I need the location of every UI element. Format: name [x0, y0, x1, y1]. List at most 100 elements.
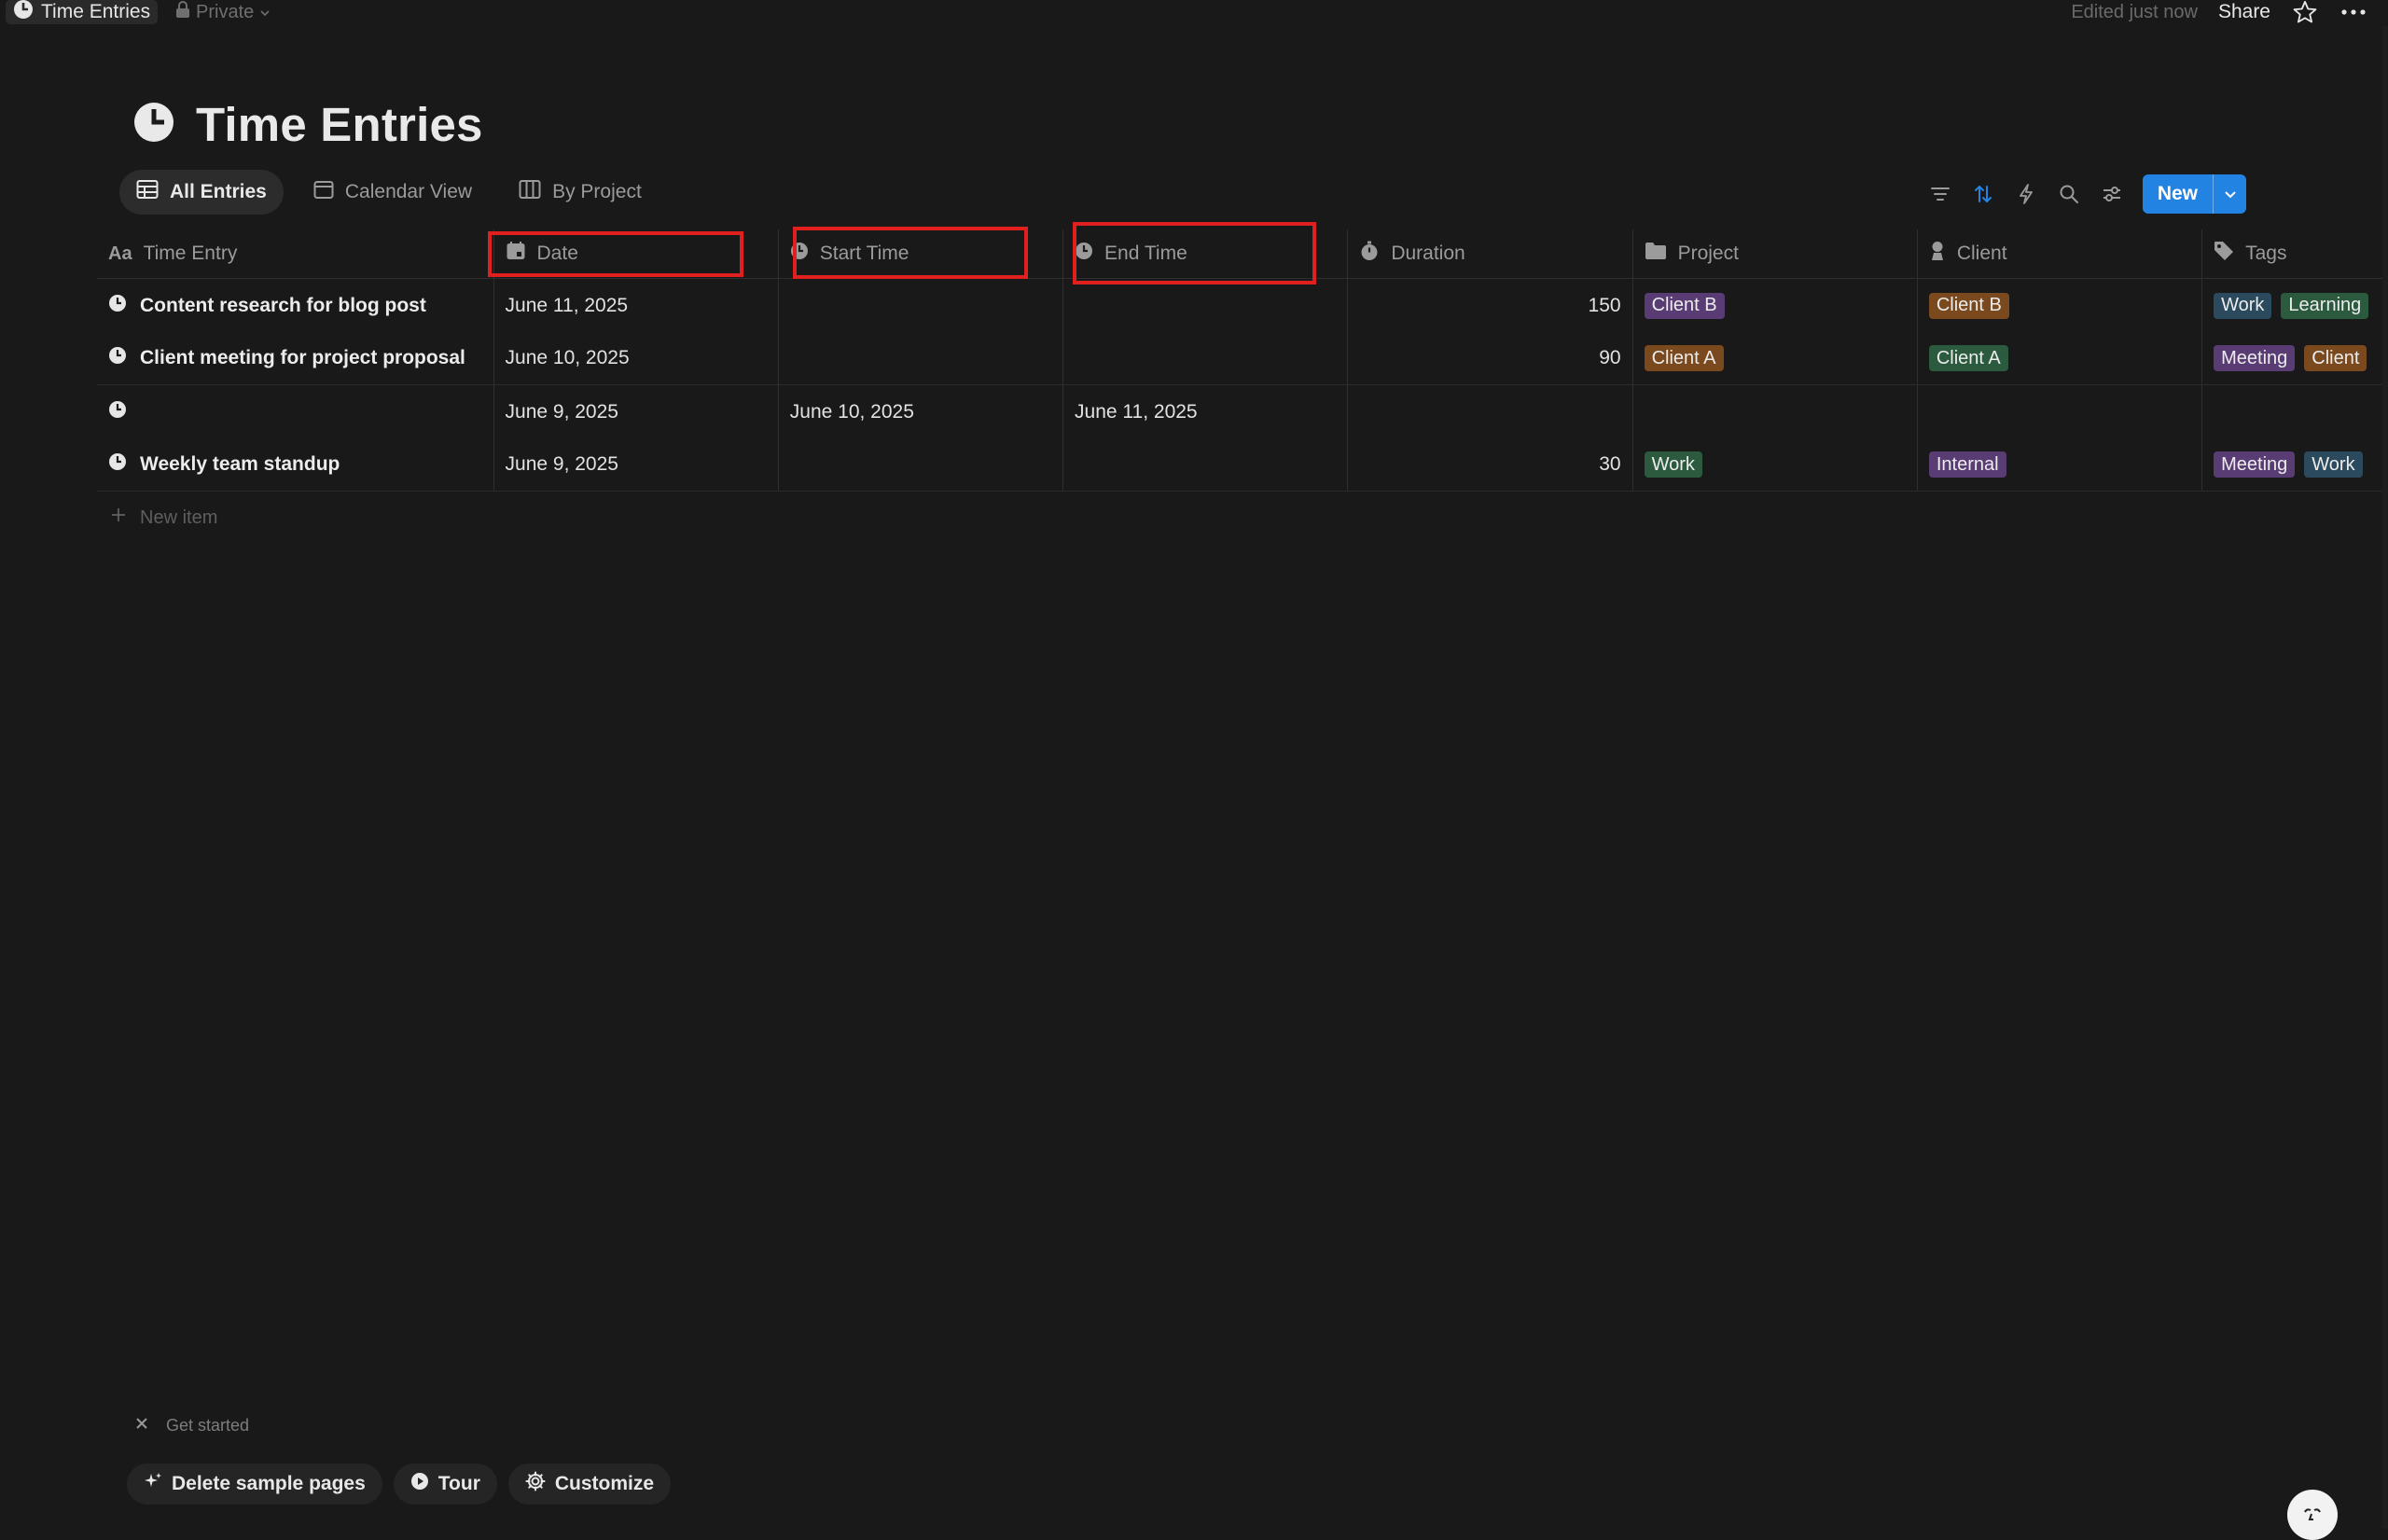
cell-end-time[interactable]	[1063, 279, 1349, 332]
person-icon	[1929, 241, 1946, 267]
cell-start-time[interactable]	[779, 332, 1064, 384]
search-icon[interactable]	[2057, 182, 2081, 206]
column-header-time-entry[interactable]: Aa Time Entry	[97, 229, 494, 278]
cell-client[interactable]: Client A	[1918, 332, 2203, 384]
cell-tags[interactable]	[2202, 385, 2388, 438]
tag-chip: Work	[2304, 451, 2363, 478]
chevron-down-icon	[259, 2, 271, 23]
new-item-label: New item	[140, 506, 218, 528]
gear-icon	[525, 1471, 546, 1497]
privacy-label: Private	[196, 1, 255, 22]
new-button-label[interactable]: New	[2143, 174, 2213, 214]
tab-calendar-view[interactable]: Calendar View	[297, 170, 489, 215]
star-icon[interactable]	[2291, 0, 2319, 24]
close-icon[interactable]	[134, 1416, 149, 1436]
cell-end-time[interactable]	[1063, 438, 1349, 491]
delete-sample-pages-button[interactable]: Delete sample pages	[127, 1464, 382, 1505]
table-row[interactable]: June 9, 2025 June 10, 2025 June 11, 2025	[97, 385, 2388, 438]
new-button[interactable]: New	[2142, 174, 2246, 214]
table-row[interactable]: Content research for blog post June 11, …	[97, 279, 2388, 332]
tag-icon	[2214, 241, 2234, 267]
cell-client[interactable]: Internal	[1918, 438, 2203, 491]
tag-chip: Client	[2304, 345, 2367, 371]
cell-project[interactable]: Work	[1633, 438, 1918, 491]
customize-button[interactable]: Customize	[507, 1464, 672, 1505]
tab-label: Calendar View	[344, 181, 473, 202]
column-label: Project	[1677, 243, 1739, 264]
cell-client[interactable]: Client B	[1918, 279, 2203, 332]
cell-project[interactable]: Client B	[1633, 279, 1918, 332]
settings-sliders-icon[interactable]	[2100, 182, 2124, 206]
tour-label: Tour	[437, 1473, 480, 1494]
tag-chip: Work	[2214, 292, 2272, 319]
cell-client[interactable]	[1918, 385, 2203, 438]
more-options-icon[interactable]	[2339, 0, 2367, 24]
text-aa-icon: Aa	[108, 243, 132, 264]
column-header-date[interactable]: Date	[494, 229, 779, 278]
edited-status: Edited just now	[2071, 1, 2198, 22]
tour-button[interactable]: Tour	[393, 1464, 497, 1505]
database-toolbar: New	[1928, 174, 2246, 214]
cell-tags[interactable]: Meeting Work	[2202, 438, 2388, 491]
cell-date[interactable]: June 10, 2025	[494, 332, 779, 384]
privacy-dropdown[interactable]: Private	[175, 0, 271, 24]
cell-tags[interactable]: Meeting Client	[2202, 332, 2388, 384]
cell-date[interactable]: June 11, 2025	[494, 279, 779, 332]
breadcrumb-page[interactable]: Time Entries	[6, 0, 159, 24]
share-button[interactable]: Share	[2218, 1, 2270, 23]
column-label: Date	[536, 243, 578, 264]
help-face-icon	[2298, 1499, 2326, 1532]
filter-icon[interactable]	[1928, 182, 1952, 206]
tab-by-project[interactable]: By Project	[502, 170, 659, 215]
cell-start-time[interactable]	[779, 438, 1064, 491]
column-label: Start Time	[819, 243, 909, 264]
cell-duration[interactable]: 90	[1348, 332, 1633, 384]
client-tag: Client A	[1928, 345, 2008, 371]
sparkle-icon	[144, 1472, 162, 1496]
column-header-duration[interactable]: Duration	[1348, 229, 1633, 278]
row-title: Content research for blog post	[140, 294, 426, 316]
client-tag: Internal	[1928, 451, 2006, 478]
board-icon	[519, 179, 541, 205]
cell-tags[interactable]: Work Learning	[2202, 279, 2388, 332]
project-tag: Client A	[1644, 345, 1724, 371]
clock-icon	[790, 242, 809, 266]
clock-icon	[132, 101, 175, 148]
cell-start-time[interactable]	[779, 279, 1064, 332]
tab-all-entries[interactable]: All Entries	[119, 170, 284, 215]
column-label: Time Entry	[143, 243, 238, 264]
cell-project[interactable]	[1633, 385, 1918, 438]
cell-duration[interactable]: 30	[1348, 438, 1633, 491]
column-header-project[interactable]: Project	[1633, 229, 1918, 278]
cell-start-time[interactable]: June 10, 2025	[779, 385, 1064, 438]
sort-icon[interactable]	[1971, 182, 1995, 206]
tag-chip: Meeting	[2214, 345, 2296, 371]
cell-title[interactable]: Content research for blog post	[97, 279, 494, 332]
cell-date[interactable]: June 9, 2025	[494, 385, 779, 438]
column-label: Tags	[2245, 243, 2287, 264]
column-header-client[interactable]: Client	[1918, 229, 2203, 278]
scrollbar[interactable]	[2382, 26, 2388, 1529]
column-header-end-time[interactable]: End Time	[1063, 229, 1349, 278]
automation-icon[interactable]	[2014, 182, 2038, 206]
cell-end-time[interactable]	[1063, 332, 1349, 384]
cell-end-time[interactable]: June 11, 2025	[1063, 385, 1349, 438]
new-item-button[interactable]: New item	[97, 492, 2388, 544]
column-header-start-time[interactable]: Start Time	[779, 229, 1064, 278]
column-header-tags[interactable]: Tags	[2202, 229, 2388, 278]
clock-icon	[108, 346, 127, 370]
get-started-label: Get started	[166, 1416, 250, 1435]
cell-project[interactable]: Client A	[1633, 332, 1918, 384]
chevron-down-icon[interactable]	[2213, 174, 2246, 214]
cell-title[interactable]: Client meeting for project proposal	[97, 332, 494, 384]
cell-duration[interactable]: 150	[1348, 279, 1633, 332]
help-button[interactable]	[2287, 1490, 2338, 1540]
table-row[interactable]: Weekly team standup June 9, 2025 30 Work…	[97, 438, 2388, 492]
cell-title[interactable]	[97, 385, 494, 438]
cell-date[interactable]: June 9, 2025	[494, 438, 779, 491]
cell-title[interactable]: Weekly team standup	[97, 438, 494, 491]
breadcrumb-page-label: Time Entries	[41, 1, 151, 22]
cell-duration[interactable]	[1348, 385, 1633, 438]
table-row[interactable]: Client meeting for project proposal June…	[97, 332, 2388, 385]
tag-chip: Meeting	[2214, 451, 2296, 478]
